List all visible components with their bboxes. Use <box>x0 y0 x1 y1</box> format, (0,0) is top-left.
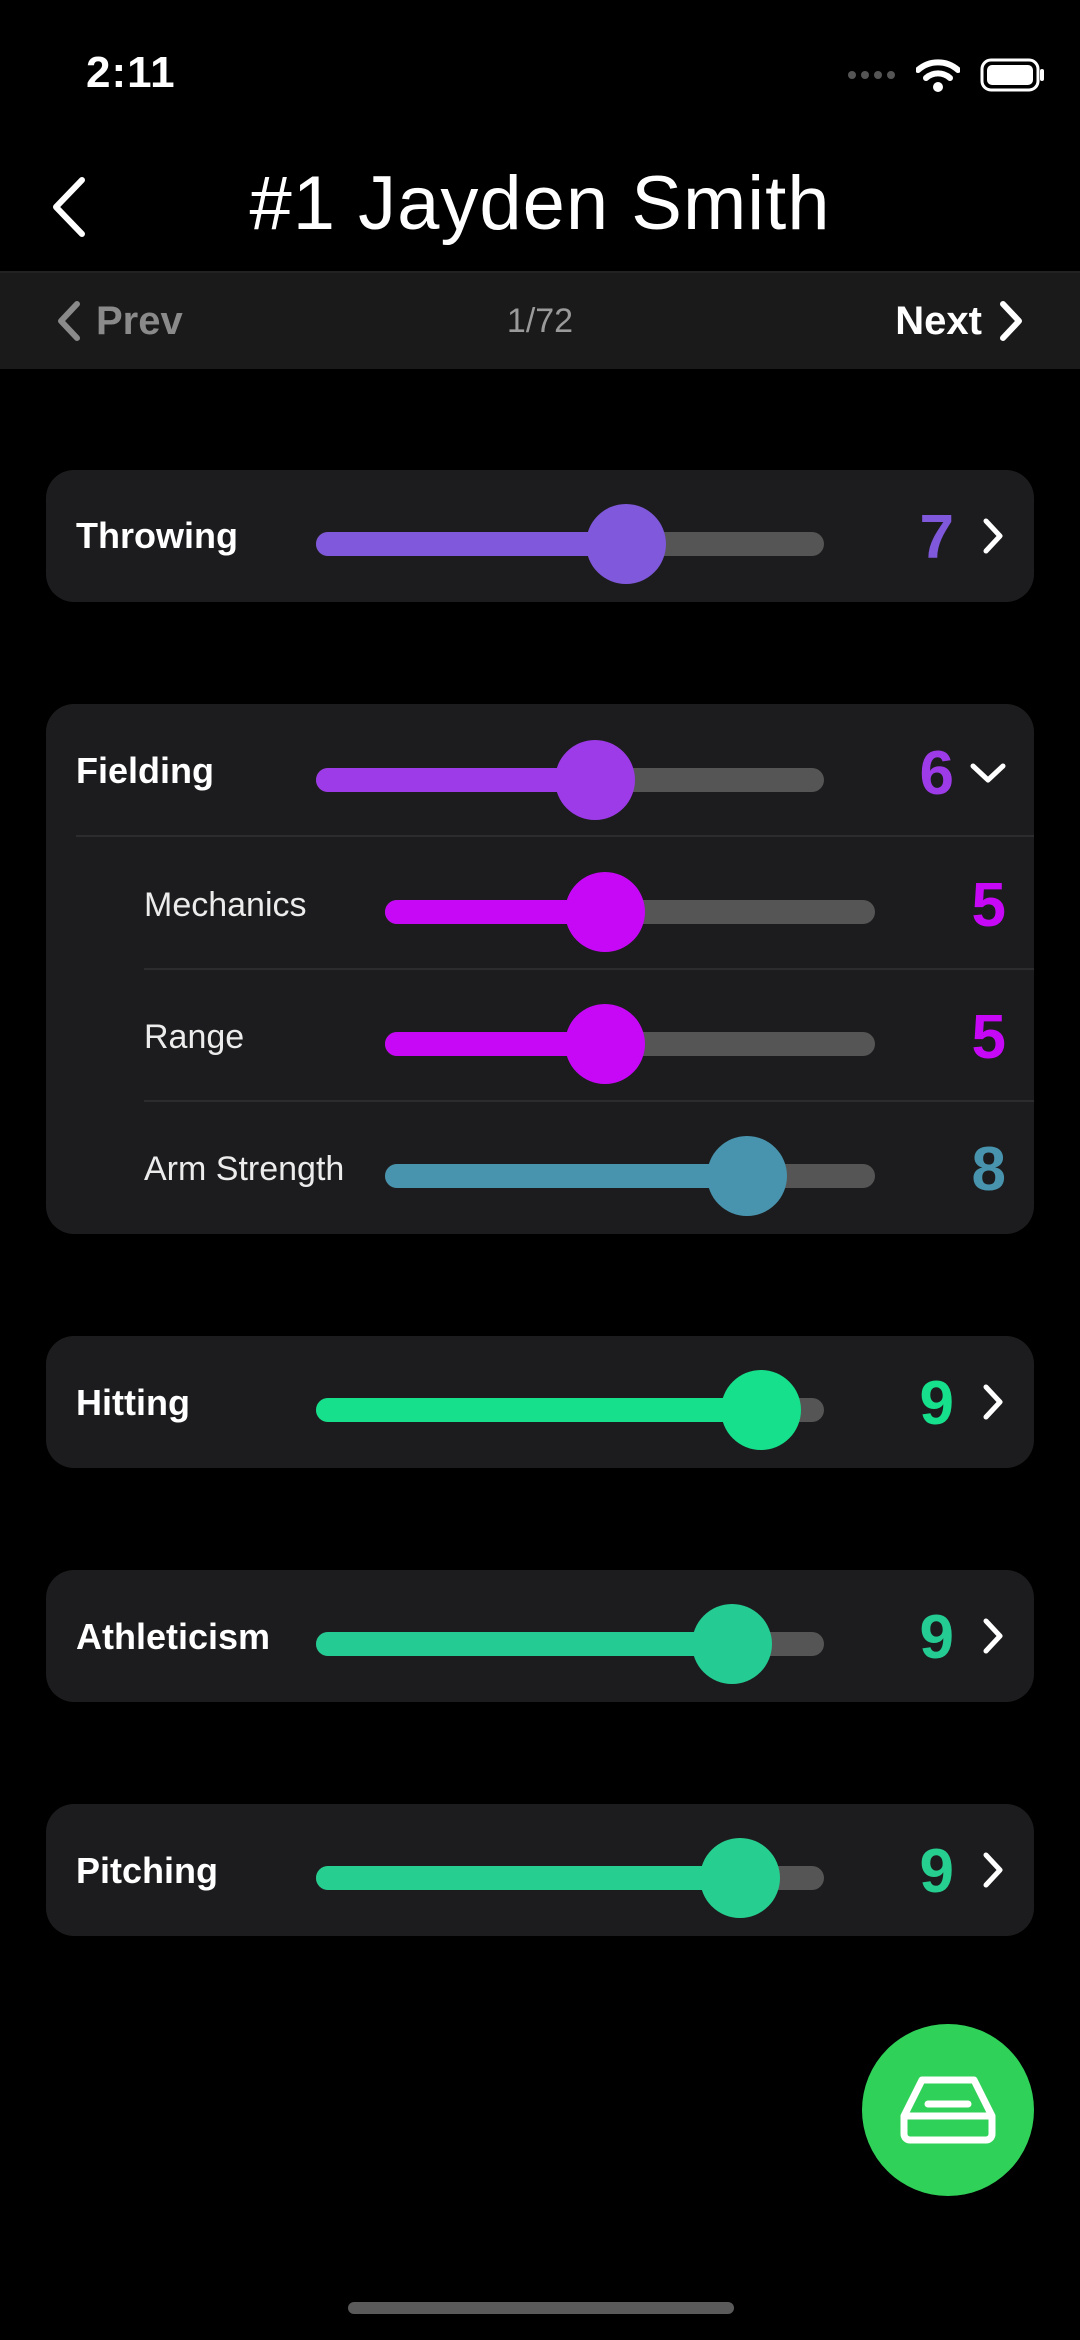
rating-label-athleticism: Athleticism <box>76 1616 271 1657</box>
sub-rating-label-arm-strength: Arm Strength <box>144 1150 345 1188</box>
slider-thumb[interactable] <box>721 1370 801 1450</box>
page-title: #1 Jayden Smith <box>249 161 831 246</box>
slider-fielding[interactable] <box>316 740 824 820</box>
rating-score-fielding: 6 <box>919 739 954 808</box>
slider-athleticism[interactable] <box>316 1604 824 1684</box>
divider <box>144 1100 1034 1102</box>
sub-rating-label-mechanics: Mechanics <box>144 886 307 924</box>
slider-thumb[interactable] <box>700 1838 780 1918</box>
rating-label-fielding: Fielding <box>76 750 214 791</box>
rating-score-throwing: 7 <box>919 503 954 572</box>
chevron-right-icon[interactable] <box>978 1616 1008 1656</box>
status-time: 2:11 <box>86 48 176 97</box>
rating-label-pitching: Pitching <box>76 1850 218 1891</box>
slider-mechanics[interactable] <box>385 872 875 952</box>
slider-thumb[interactable] <box>565 872 645 952</box>
rating-score-hitting: 9 <box>919 1369 954 1438</box>
rating-card-throwing: Throwing 7 <box>46 470 1034 602</box>
save-fab-button[interactable] <box>862 2024 1034 2196</box>
chevron-down-icon[interactable] <box>968 758 1008 788</box>
rating-card-hitting: Hitting 9 <box>46 1336 1034 1468</box>
chevron-right-icon <box>1000 301 1022 341</box>
status-icons <box>846 58 1046 92</box>
signal-icon <box>848 71 895 79</box>
slider-thumb[interactable] <box>555 740 635 820</box>
slider-thumb[interactable] <box>586 504 666 584</box>
slider-thumb[interactable] <box>707 1136 787 1216</box>
slider-thumb[interactable] <box>692 1604 772 1684</box>
slider-arm-strength[interactable] <box>385 1136 875 1216</box>
next-label: Next <box>895 298 982 343</box>
wifi-icon <box>916 59 960 92</box>
sub-rating-score-arm-strength: 8 <box>971 1135 1006 1204</box>
rating-label-hitting: Hitting <box>76 1382 190 1423</box>
save-tray-icon <box>900 2076 996 2144</box>
rating-label-throwing: Throwing <box>76 515 238 556</box>
next-button[interactable]: Next <box>895 290 1024 352</box>
slider-pitching[interactable] <box>316 1838 824 1918</box>
slider-throwing[interactable] <box>316 504 824 584</box>
home-indicator <box>348 2302 734 2314</box>
divider <box>144 968 1034 970</box>
rating-card-fielding: Fielding 6 Mechanics 5 Range 5 Arm Stren… <box>46 704 1034 1234</box>
sub-rating-label-range: Range <box>144 1018 245 1056</box>
rating-score-pitching: 9 <box>919 1837 954 1906</box>
slider-hitting[interactable] <box>316 1370 824 1450</box>
chevron-right-icon[interactable] <box>978 1850 1008 1890</box>
slider-thumb[interactable] <box>565 1004 645 1084</box>
chevron-right-icon[interactable] <box>978 1382 1008 1422</box>
chevron-right-icon[interactable] <box>978 516 1008 556</box>
slider-range[interactable] <box>385 1004 875 1084</box>
rating-card-athleticism: Athleticism 9 <box>46 1570 1034 1702</box>
rating-card-pitching: Pitching 9 <box>46 1804 1034 1936</box>
battery-icon <box>980 58 1044 92</box>
rating-score-athleticism: 9 <box>919 1603 954 1672</box>
sub-rating-score-mechanics: 5 <box>971 871 1006 940</box>
divider <box>76 835 1034 837</box>
sub-rating-score-range: 5 <box>971 1003 1006 1072</box>
